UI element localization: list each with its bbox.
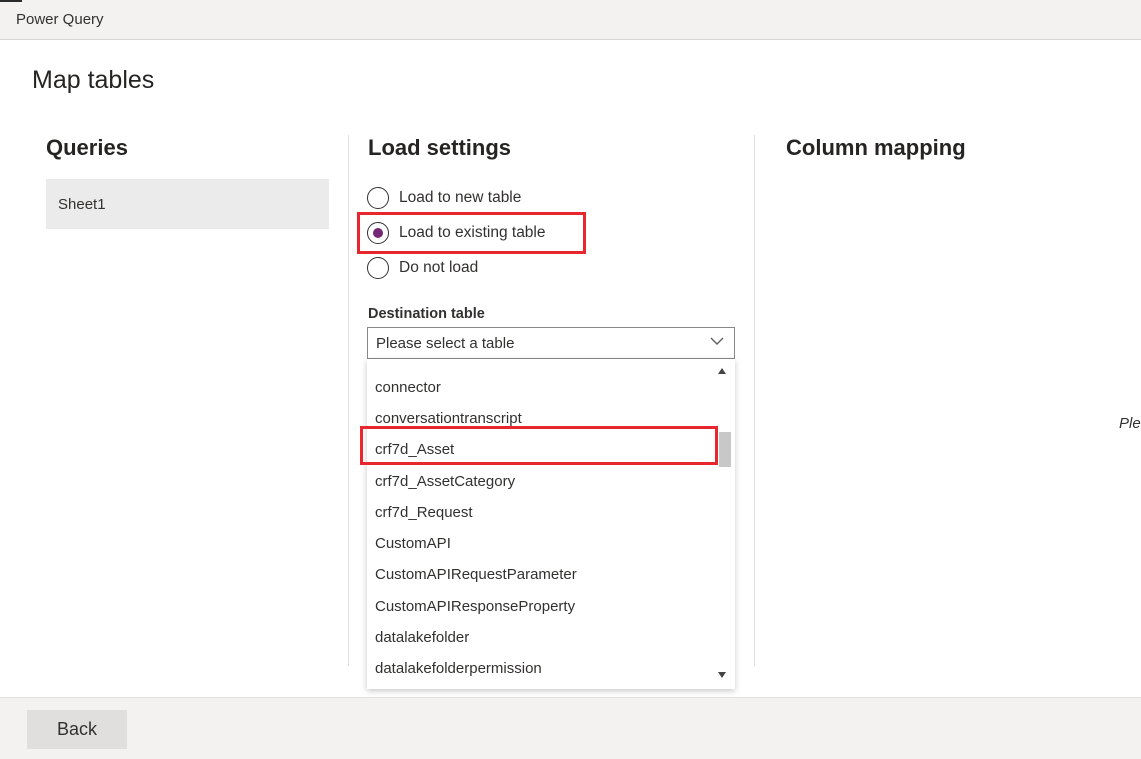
radio-load-new-table[interactable]: Load to new table xyxy=(367,185,521,211)
dropdown-option[interactable]: datalakefolderpermission xyxy=(367,651,713,682)
query-item-sheet1[interactable]: Sheet1 xyxy=(46,179,329,229)
window-edge xyxy=(0,0,22,2)
scroll-down-arrow-icon[interactable] xyxy=(717,671,727,679)
column-divider xyxy=(754,135,755,666)
destination-table-dropdown[interactable]: connector conversationtranscript crf7d_A… xyxy=(367,359,735,689)
radio-circle[interactable] xyxy=(367,257,389,279)
destination-table-select[interactable]: Please select a table xyxy=(367,327,735,359)
dropdown-option[interactable]: CustomAPIResponseProperty xyxy=(367,589,713,620)
load-settings-heading: Load settings xyxy=(368,135,512,160)
destination-table-label: Destination table xyxy=(368,306,485,322)
title-bar: Power Query xyxy=(0,0,1141,40)
scrollbar-thumb[interactable] xyxy=(719,432,731,467)
dropdown-option[interactable]: crf7d_AssetCategory xyxy=(367,464,713,495)
queries-heading: Queries xyxy=(46,135,128,160)
radio-do-not-load[interactable]: Do not load xyxy=(367,255,478,281)
back-button[interactable]: Back xyxy=(27,710,127,749)
chevron-down-icon[interactable] xyxy=(710,336,724,346)
dropdown-option[interactable]: datalakefolder xyxy=(367,620,713,651)
column-divider xyxy=(348,135,349,666)
select-placeholder: Please select a table xyxy=(376,335,515,352)
dropdown-option[interactable]: CustomAPI xyxy=(367,526,713,557)
radio-label: Load to new table xyxy=(399,189,522,206)
highlight-box-option xyxy=(360,426,718,465)
column-mapping-message: Ple xyxy=(1119,415,1141,432)
dropdown-option[interactable]: CustomAPIRequestParameter xyxy=(367,557,713,588)
footer-bar: Back xyxy=(0,697,1141,759)
page-title: Map tables xyxy=(32,66,155,94)
highlight-box-radio xyxy=(357,212,586,254)
radio-label: Do not load xyxy=(399,259,479,276)
dropdown-option[interactable]: connector xyxy=(367,370,713,401)
column-mapping-heading: Column mapping xyxy=(786,135,966,160)
radio-circle[interactable] xyxy=(367,187,389,209)
app-title: Power Query xyxy=(16,11,104,28)
scroll-up-arrow-icon[interactable] xyxy=(717,367,727,375)
dropdown-option[interactable]: crf7d_Request xyxy=(367,495,713,526)
